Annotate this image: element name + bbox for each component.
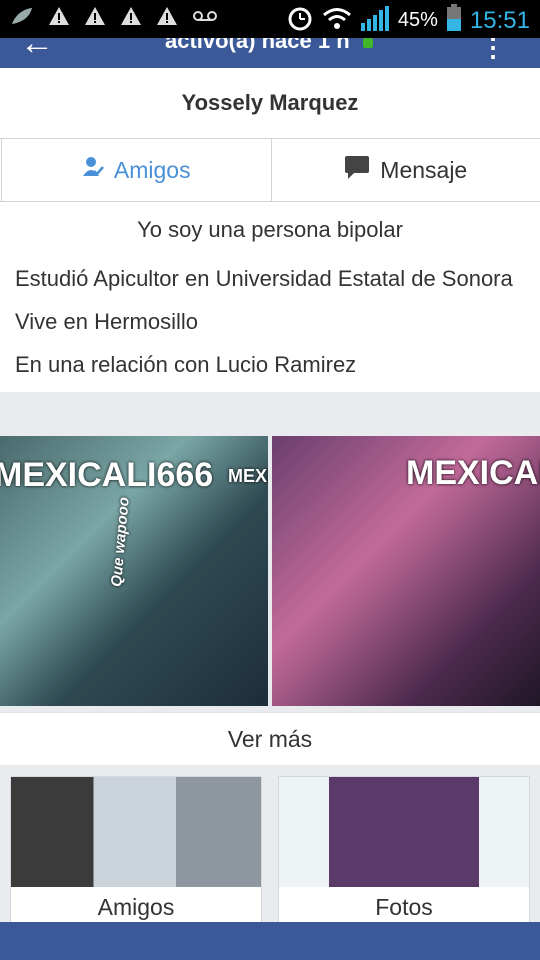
alarm-icon [286,4,314,37]
photo-watermark: MEXICALI666 [406,454,540,492]
wifi-icon [322,6,352,35]
photos-tile-label: Fotos [375,894,433,920]
photos-tile[interactable]: Fotos [278,776,530,924]
message-button-label: Mensaje [380,156,468,183]
info-relationship: En una relación con Lucio Ramirez [15,352,357,377]
info-residence: Vive en Hermosillo [15,309,199,334]
battery-icon [446,4,462,37]
friends-button[interactable]: Amigos [1,138,272,202]
warning-icon [120,6,142,31]
photo-caption: Que wapooo [108,496,133,588]
status-bar: 45% 15:51 [0,0,540,38]
friends-button-label: Amigos [113,156,191,183]
signal-icon [360,5,390,36]
profile-tiles: Amigos Fotos [0,764,540,924]
app-bar: ← activo(a) hace 1 h ⋮ [0,38,540,68]
more-vert-icon[interactable]: ⋮ [480,38,506,63]
profile-name: Yossely Marquez [181,90,359,115]
message-button[interactable]: Mensaje [272,139,540,201]
photo-thumbnail[interactable]: MEXICALI666 [272,436,540,706]
profile-info: Estudió Apicultor en Universidad Estatal… [0,263,540,380]
leaf-icon [10,6,34,31]
online-indicator [363,38,373,48]
photo-watermark: MEXICALI666 [228,466,268,486]
photos-tile-image [279,777,529,887]
profile-bio: Yo soy una persona bipolar [137,217,403,242]
profile-card: Yossely Marquez Amigos Mensaje Yo soy un… [0,68,540,392]
battery-percent: 45% [397,9,438,31]
warning-icon [156,6,178,31]
friend-check-icon [82,156,104,184]
friends-tile-image [11,777,261,887]
message-bubble-icon [344,155,370,185]
photo-grid: MEXICALI666 MEXICALI666 Que wapooo MEXIC… [0,436,540,706]
friends-tile[interactable]: Amigos [10,776,262,924]
profile-actions: Amigos Mensaje [0,138,540,202]
friends-tile-label: Amigos [97,894,175,920]
voicemail-icon [192,9,218,28]
back-arrow-icon[interactable]: ← [20,38,54,63]
active-status: activo(a) hace 1 h [165,38,350,53]
clock: 15:51 [469,6,530,34]
bottom-bar [0,922,540,960]
warning-icon [48,6,70,31]
photo-watermark: MEXICALI666 [0,456,214,494]
see-more-link[interactable]: Ver más [0,712,540,765]
info-education: Estudió Apicultor en Universidad Estatal… [15,266,513,291]
warning-icon [84,6,106,31]
photo-thumbnail[interactable]: MEXICALI666 MEXICALI666 Que wapooo [0,436,268,706]
